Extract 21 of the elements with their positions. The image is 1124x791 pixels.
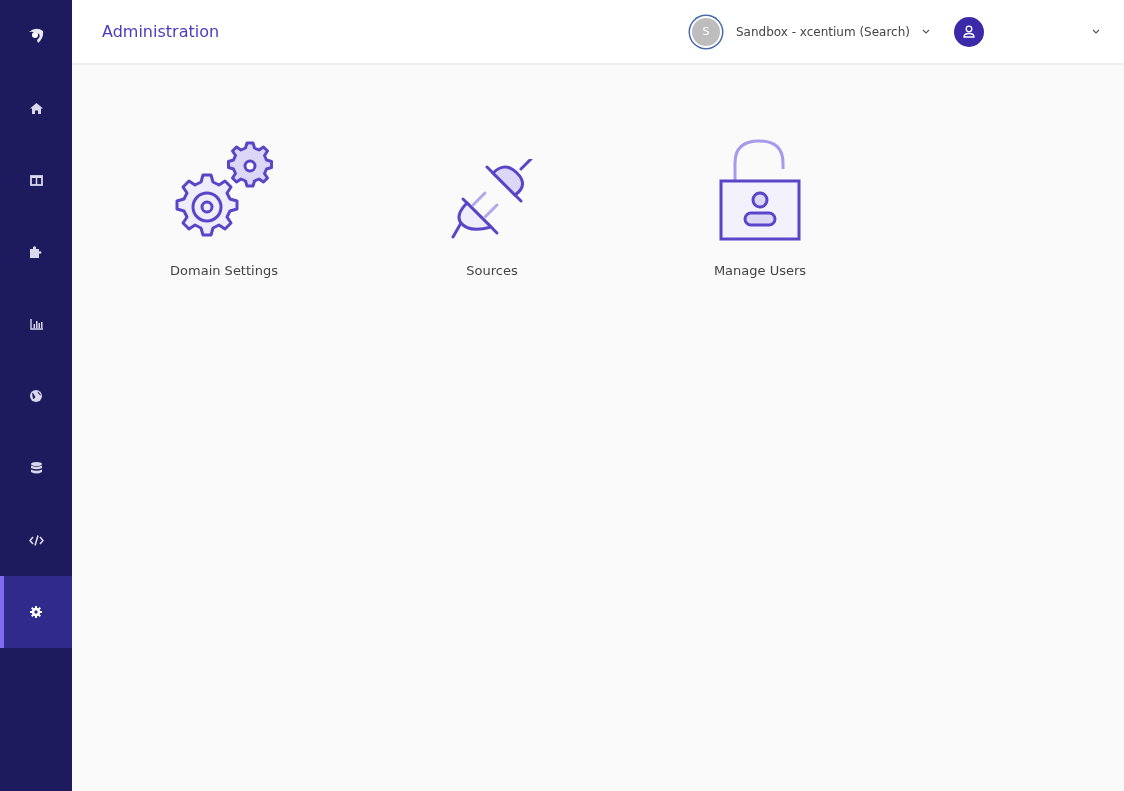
tile-label[interactable]: Domain Settings (170, 263, 278, 278)
tile-label[interactable]: Manage Users (713, 263, 807, 278)
code-icon (28, 534, 44, 546)
puzzle-icon (29, 246, 43, 258)
columns-icon (29, 174, 43, 186)
logo-icon[interactable] (27, 28, 45, 44)
page-title: Administration (102, 22, 220, 41)
bar-chart-icon (29, 318, 43, 330)
workspace-avatar: S (691, 17, 720, 46)
user-lock-icon[interactable] (719, 139, 801, 241)
globe-icon (30, 390, 42, 402)
unplugged-plug-icon[interactable] (451, 159, 533, 241)
nav-item[interactable] (0, 576, 72, 648)
user-avatar-icon[interactable] (954, 16, 984, 47)
home-icon (29, 102, 43, 114)
tile-label[interactable]: Sources (466, 263, 518, 278)
database-icon (30, 462, 42, 474)
settings-icon (30, 606, 42, 618)
chevron-down-icon[interactable] (1092, 29, 1100, 34)
chevron-down-icon[interactable] (922, 29, 930, 34)
workspace-name[interactable]: Sandbox - xcentium (Search) (735, 24, 910, 39)
